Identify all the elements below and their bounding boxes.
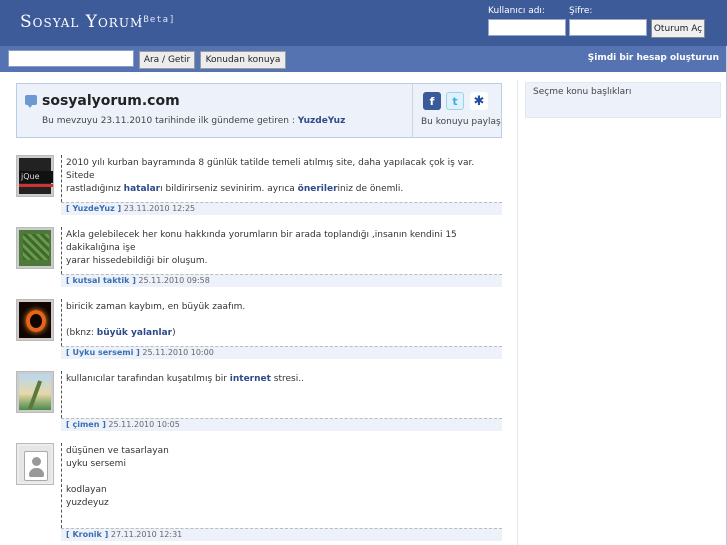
entry-author-link[interactable]: [ Uyku sersemi ]	[66, 348, 140, 357]
entry-author: YuzdeYuz	[72, 204, 115, 213]
search-input[interactable]	[8, 50, 134, 67]
entry-text-line: yuzdeyuz	[66, 498, 109, 508]
entry-body: 2010 yılı kurban bayramında 8 günlük tat…	[61, 155, 502, 202]
topic-subtitle: Bu mevzuyu 23.11.2010 tarihinde ilk günd…	[42, 116, 345, 126]
avatar[interactable]	[16, 443, 54, 485]
twitter-icon[interactable]: t	[446, 92, 464, 110]
entry-text: 2010 yılı kurban bayramında 8 günlük tat…	[66, 157, 502, 196]
entry-text-line: yarar hissedebildiği bir oluşum.	[66, 256, 208, 266]
entry-text-line: iniz de önemli.	[337, 184, 404, 194]
entry-meta: [ YuzdeYuz ] 23.11.2010 12:25	[61, 202, 502, 215]
entry-meta: [ Uyku sersemi ] 25.11.2010 10:00	[61, 346, 502, 359]
entry-author: Kronik	[72, 530, 102, 539]
site-logo[interactable]: Sosyal Yorum	[20, 12, 143, 32]
entry-text-line: kodlayan	[66, 485, 107, 495]
entry-text: kullanıcılar tarafından kuşatılmış bir i…	[66, 373, 502, 386]
top-header: Sosyal Yorum [Beta] Kullanıcı adı: Şifre…	[0, 0, 727, 46]
entry-text-line: biricik zaman kaybım, en büyük zaafım.	[66, 302, 246, 312]
entry-text: düşünen ve tasarlayan uyku sersemi kodla…	[66, 445, 502, 510]
login-button[interactable]: Oturum Aç	[651, 19, 705, 38]
entry-text-line: ı bildirirseniz sevinirim. ayrıca	[160, 184, 298, 194]
avatar-stripe	[19, 184, 53, 187]
entry-text: Akla gelebilecek her konu hakkında yorum…	[66, 229, 502, 268]
entry-author-link[interactable]: [ kutsal taktik ]	[66, 276, 136, 285]
topic-header: sosyalyorum.com Bu mevzuyu 23.11.2010 ta…	[16, 83, 502, 138]
entry-text-line: )	[172, 328, 176, 338]
entry-link[interactable]: internet	[230, 374, 271, 384]
entry-link[interactable]: hatalar	[124, 184, 160, 194]
avatar[interactable]: jQue	[16, 155, 54, 197]
username-input[interactable]	[488, 19, 566, 36]
entry-date: 25.11.2010 10:05	[108, 420, 180, 429]
signup-link[interactable]: Şimdi bir hesap oluşturun	[588, 53, 719, 63]
entry-text-line: uyku sersemi	[66, 459, 126, 469]
entry-author-link[interactable]: [ çimen ]	[66, 420, 106, 429]
random-topic-button[interactable]: Konudan konuya	[200, 51, 286, 69]
entry-meta: [ kutsal taktik ] 25.11.2010 09:58	[61, 274, 502, 287]
entry-author: Uyku sersemi	[72, 348, 134, 357]
fire-ring-image	[26, 310, 46, 332]
default-avatar-icon	[24, 451, 48, 481]
featured-topics-title: Seçme konu başlıkları	[533, 87, 632, 97]
green-pattern-image	[23, 234, 49, 260]
entry-meta: [ Kronik ] 27.11.2010 12:31	[61, 528, 502, 541]
avatar[interactable]	[16, 299, 54, 341]
jquery-logo-image: jQue	[19, 171, 53, 183]
password-input[interactable]	[569, 19, 647, 36]
myspace-icon[interactable]: ✱	[470, 92, 488, 110]
entry-date: 25.11.2010 10:00	[142, 348, 214, 357]
speech-bubble-icon	[25, 95, 37, 108]
sidebar: Seçme konu başlıkları	[517, 80, 727, 545]
avatar[interactable]	[16, 371, 54, 413]
entry-body: biricik zaman kaybım, en büyük zaafım. (…	[61, 299, 502, 346]
topic-info: sosyalyorum.com Bu mevzuyu 23.11.2010 ta…	[17, 84, 413, 137]
entry-text-line: (bknz:	[66, 328, 97, 338]
search-bar: Ara / Getir Konudan konuya Şimdi bir hes…	[0, 46, 727, 72]
topic-title: sosyalyorum.com	[42, 93, 180, 109]
entry-text-line: 2010 yılı kurban bayramında 8 günlük tat…	[66, 158, 478, 181]
username-label: Kullanıcı adı:	[488, 6, 545, 16]
entry-date: 25.11.2010 09:58	[138, 276, 210, 285]
beta-badge: [Beta]	[137, 15, 176, 25]
entry-body: Akla gelebilecek her konu hakkında yorum…	[61, 227, 502, 274]
search-button[interactable]: Ara / Getir	[139, 51, 195, 69]
entry-meta: [ çimen ] 25.11.2010 10:05	[61, 418, 502, 431]
entry-body: kullanıcılar tarafından kuşatılmış bir i…	[61, 371, 502, 418]
password-label: Şifre:	[569, 6, 593, 16]
share-label: Bu konuyu paylaş	[421, 117, 501, 127]
entry-date: 23.11.2010 12:25	[123, 204, 196, 213]
entry-author: kutsal taktik	[72, 276, 130, 285]
entry-author-link[interactable]: [ Kronik ]	[66, 530, 108, 539]
avatar[interactable]	[16, 227, 54, 269]
topic-subtitle-text: Bu mevzuyu 23.11.2010 tarihinde ilk günd…	[42, 116, 295, 126]
entry-link[interactable]: öneriler	[298, 184, 338, 194]
entry-author: çimen	[72, 420, 100, 429]
entry-date: 27.11.2010 12:31	[110, 530, 183, 539]
landscape-image	[27, 380, 43, 410]
featured-topics-box: Seçme konu başlıkları	[525, 82, 721, 118]
facebook-icon[interactable]: f	[423, 92, 441, 110]
entry-text-line: kullanıcılar tarafından kuşatılmış bir	[66, 374, 230, 384]
entry-author-link[interactable]: [ YuzdeYuz ]	[66, 204, 121, 213]
entry-text-line: rastladığınız	[66, 184, 124, 194]
entry-text: biricik zaman kaybım, en büyük zaafım. (…	[66, 301, 502, 340]
entry-link[interactable]: büyük yalanlar	[97, 328, 172, 338]
entry-text-line: düşünen ve tasarlayan	[66, 446, 169, 456]
entry-body: düşünen ve tasarlayan uyku sersemi kodla…	[61, 443, 502, 528]
topic-author-link[interactable]: YuzdeYuz	[298, 116, 346, 126]
entry-text-line: Akla gelebilecek her konu hakkında yorum…	[66, 230, 460, 253]
entry-text-line: stresi..	[270, 374, 304, 384]
